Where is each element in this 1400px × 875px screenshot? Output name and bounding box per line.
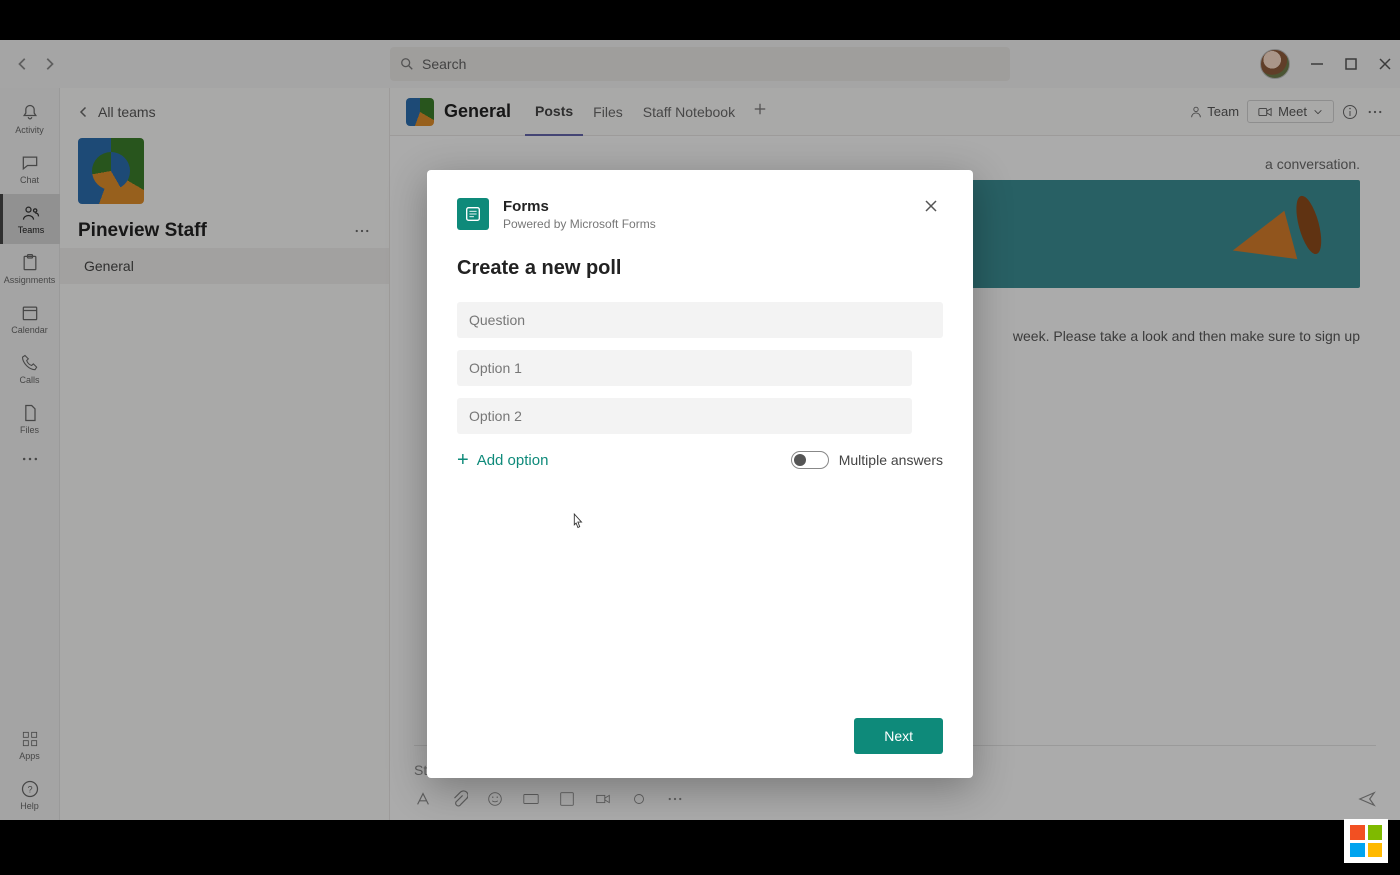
add-option-label: Add option <box>477 452 549 469</box>
poll-option-1-input[interactable] <box>457 350 912 386</box>
plus-icon: + <box>457 450 469 470</box>
forms-poll-modal: Forms Powered by Microsoft Forms Create … <box>427 170 973 778</box>
forms-logo-icon <box>457 198 489 230</box>
modal-heading: Create a new poll <box>457 257 943 280</box>
app-window: Search Activity Chat Teams <box>0 40 1400 820</box>
modal-close-button[interactable] <box>923 198 943 218</box>
modal-app-name: Forms <box>503 198 656 215</box>
microsoft-logo-icon <box>1344 819 1388 863</box>
add-option-button[interactable]: + Add option <box>457 450 548 470</box>
poll-question-input[interactable] <box>457 302 943 338</box>
next-button[interactable]: Next <box>854 718 943 754</box>
close-icon <box>923 198 939 214</box>
poll-option-2-input[interactable] <box>457 398 912 434</box>
modal-subtitle: Powered by Microsoft Forms <box>503 217 656 231</box>
multiple-answers-toggle[interactable] <box>791 451 829 469</box>
multiple-answers-label: Multiple answers <box>839 452 943 468</box>
